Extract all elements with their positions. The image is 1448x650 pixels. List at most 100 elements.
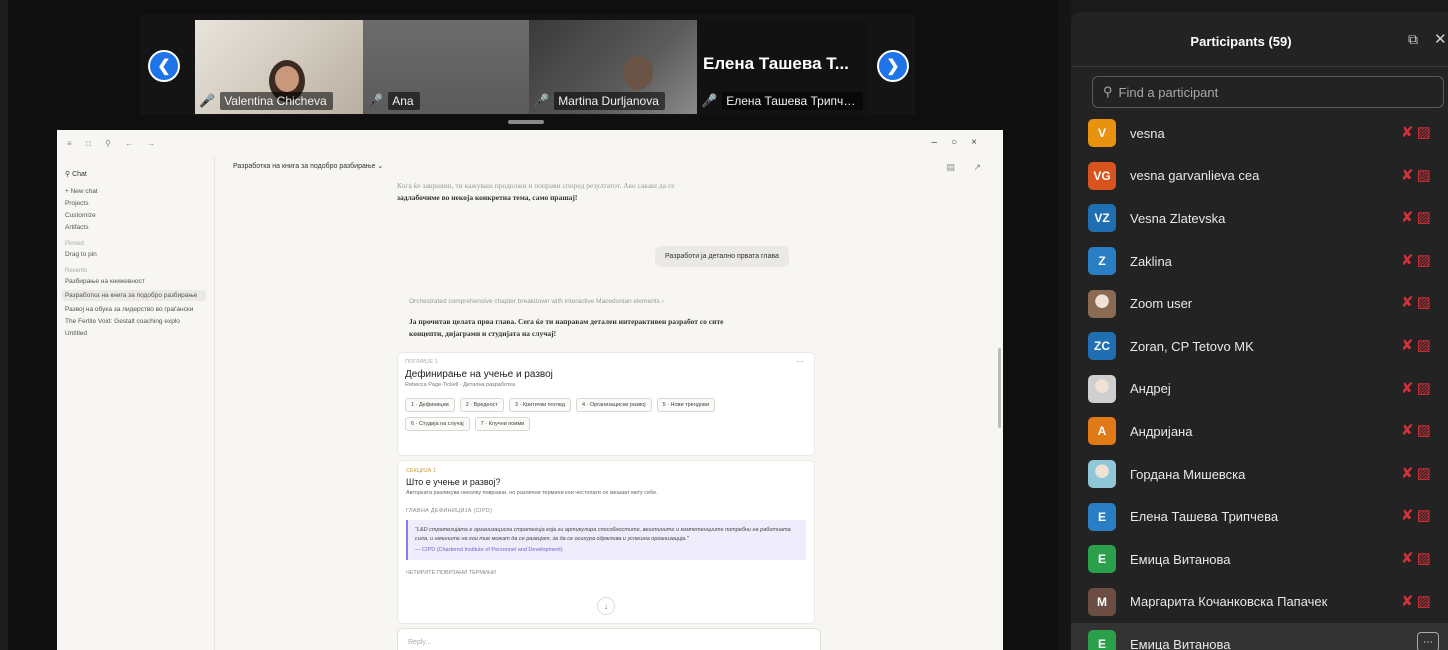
sidebar-section-pinned: Pinned [65, 241, 84, 247]
avatar: E [1088, 545, 1116, 574]
avatar: E [1088, 502, 1116, 531]
participant-name: Андреј [1130, 381, 1171, 397]
muted-status-icons: ✘▨ [1401, 549, 1434, 567]
sidebar-item-customize: Customize [65, 212, 96, 219]
avatar: ZC [1088, 332, 1116, 361]
panel-title: Participants (59) [1190, 34, 1292, 49]
sidebar-chat-label: ⚲ Chat [65, 171, 87, 178]
participant-name: Valentina Chicheva [220, 92, 333, 110]
artifact-subtitle: Rebecca Page-Tickell · Детална разработк… [405, 382, 516, 388]
tile-name: 🎤 Ana [367, 92, 525, 110]
avatar-photo [1088, 374, 1116, 403]
muted-mic-icon: 🎤 [701, 93, 718, 108]
participant-row[interactable]: M Маргарита Кочанковска Папачек ✘▨ [1071, 581, 1448, 624]
participant-row[interactable]: Гордана Мишевска ✘▨ [1071, 453, 1448, 496]
recent-item: Развој на обука за лидерство во граѓанск… [65, 306, 194, 313]
close-icon[interactable]: ✕ [1434, 30, 1447, 48]
meeting-area: ❮ 🎤 Valentina Chicheva 🎤 Ana 🎤 Martina D… [0, 0, 1058, 650]
recent-item: Untitled [65, 330, 88, 337]
more-options-button[interactable]: ⋯ [1417, 632, 1439, 650]
participant-name: Елена Ташева Трипчева [1130, 509, 1279, 525]
message-line: Кога ќе завршиш, ти кажуваш продолжи и п… [397, 181, 675, 190]
section-eyebrow: СЕКЦИЈА 1 [406, 468, 436, 474]
tile-name: 🎤 Martina Durljanova [533, 92, 693, 110]
search-input[interactable]: ⚲ Find a participant [1092, 76, 1444, 108]
participant-name: vesna [1130, 125, 1165, 141]
muted-status-icons: ✘▨ [1401, 336, 1434, 354]
conversation-title: Разработка на книга за подобро разбирање… [233, 163, 384, 170]
avatar: E [1088, 630, 1116, 650]
participant-row[interactable]: E Емица Витанова ✘▨ [1071, 538, 1448, 581]
avatar: VG [1088, 161, 1116, 190]
avatar: VZ [1088, 204, 1116, 233]
muted-mic-icon: 🎤 [199, 93, 216, 108]
artifact-card: ⋯ ПОГЛАВЈЕ 1 Дефинирање на учење и разво… [397, 352, 815, 456]
participant-name: Емица Витанова [1130, 551, 1231, 567]
sidebar-item-new-chat: + New chat [65, 188, 98, 195]
participant-name: Zaklina [1130, 253, 1172, 269]
muted-mic-icon: 🎤 [367, 93, 384, 108]
window-controls: –○× [931, 137, 991, 148]
participant-name: Zoran, CP Tetovo MK [1130, 338, 1254, 354]
avatar: Z [1088, 247, 1116, 276]
participant-row[interactable]: Z Zaklina ✘▨ [1071, 240, 1448, 283]
video-tile[interactable]: Елена Ташева Т... 🎤 Елена Ташева Трипче.… [697, 20, 867, 114]
artifact-tab: 7 · Клучни поими [474, 417, 531, 431]
intro-text: Кога ќе завршиш, ти кажуваш продолжи и п… [397, 180, 817, 203]
participant-row[interactable]: VZ Vesna Zlatevska ✘▨ [1071, 197, 1448, 240]
muted-status-icons: ✘▨ [1401, 379, 1434, 397]
muted-status-icons: ✘▨ [1401, 124, 1434, 141]
participant-name: Vesna Zlatevska [1130, 210, 1226, 226]
message-line: концепти, дијаграми и студијата на случа… [409, 328, 557, 338]
popout-icon[interactable]: ⧉ [1408, 31, 1418, 48]
artifact-tab: 5 · Нови трендови [656, 398, 716, 412]
chevron-left-icon[interactable]: ❮ [148, 50, 180, 82]
muted-status-icons: ✘▨ [1401, 422, 1434, 440]
muted-mic-icon: 🎤 [533, 93, 550, 108]
participant-row[interactable]: E Елена Ташева Трипчева ✘▨ [1071, 495, 1448, 538]
avatar: V [1088, 119, 1116, 148]
video-tile[interactable]: 🎤 Martina Durljanova [529, 20, 697, 114]
arrow-down-icon: ↓ [597, 597, 615, 615]
participant-face [275, 66, 299, 92]
more-icon: ⋯ [796, 357, 804, 366]
participant-row[interactable]: E Емица Витанова ⋯ [1071, 623, 1448, 650]
participant-row[interactable]: A Андријана ✘▨ [1071, 410, 1448, 453]
artifact-tabs: 1 · Дефиниции 2 · Вредност 3 · Критички … [405, 398, 765, 431]
muted-status-icons: ✘▨ [1401, 592, 1434, 610]
header-action-icons: ▤ ↗ [946, 162, 989, 172]
participant-row[interactable]: Андреј ✘▨ [1071, 368, 1448, 411]
participant-name: Елена Ташева Трипче... [722, 92, 863, 110]
participant-row[interactable]: Zoom user ✘▨ [1071, 282, 1448, 325]
chevron-right-icon[interactable]: ❯ [877, 50, 909, 82]
shared-screen: ≡ □ ⚲ ← → –○× ⚲ Chat + New chat Projects… [57, 130, 1003, 650]
section-description: Авторката разликува неколку поврзани, но… [406, 490, 658, 496]
sidebar-item-projects: Projects [65, 200, 89, 207]
avatar: M [1088, 587, 1116, 616]
message-line: Ја прочитав целата прва глава. Сега ќе т… [409, 317, 724, 326]
thinking-summary: Orchestrated comprehensive chapter break… [409, 298, 664, 305]
search-icon: ⚲ [1103, 84, 1113, 99]
avatar: A [1088, 417, 1116, 446]
video-tile[interactable]: 🎤 Ana [363, 20, 529, 114]
tile-name: 🎤 Елена Ташева Трипче... [701, 92, 863, 110]
artifact-tab: 3 · Критички поглед [508, 398, 571, 412]
user-message-bubble: Разработи ја детално првата глава [655, 246, 789, 267]
participant-row[interactable]: Vvesna ✘▨ [1071, 112, 1448, 155]
strip-resize-handle[interactable] [508, 120, 544, 124]
muted-status-icons: ✘▨ [1401, 166, 1434, 184]
participant-face [623, 56, 653, 90]
participant-row[interactable]: ZC Zoran, CP Tetovo MK ✘▨ [1071, 325, 1448, 368]
zoom-window: ❮ 🎤 Valentina Chicheva 🎤 Ana 🎤 Martina D… [0, 0, 1448, 650]
panel-gutter [1058, 0, 1071, 650]
section-label: ГЛАВНА ДЕФИНИЦИЈА (CIPD) [406, 508, 493, 514]
app-titlebar: ≡ □ ⚲ ← → –○× [57, 130, 1003, 156]
section-title: Што е учење и развој? [406, 477, 501, 487]
recent-item: The Fertile Void: Gestalt coaching explo [65, 318, 180, 325]
participant-name: Ana [388, 92, 420, 110]
tile-name: 🎤 Valentina Chicheva [199, 92, 359, 110]
app-sidebar: ⚲ Chat + New chat Projects Customize Art… [57, 156, 215, 650]
video-tile[interactable]: 🎤 Valentina Chicheva [195, 20, 363, 114]
participant-row[interactable]: VG vesna garvanlieva cea ✘▨ [1071, 155, 1448, 198]
quote-source: — CIPD (Chartered Institute of Personnel… [415, 546, 563, 553]
